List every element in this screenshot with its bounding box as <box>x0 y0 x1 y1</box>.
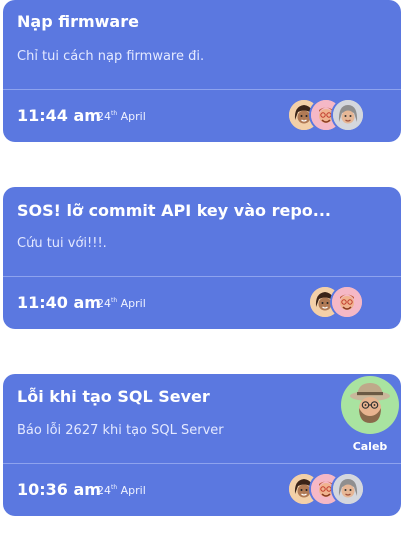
card-divider <box>3 276 401 277</box>
card-divider <box>3 89 401 90</box>
ticket-description: Cứu tui với!!!. <box>17 236 107 251</box>
ticket-card[interactable]: Lỗi khi tạo SQL Sever Báo lỗi 2627 khi t… <box>3 374 401 516</box>
date-suffix: th <box>111 297 118 304</box>
date-day: 24 <box>97 297 111 310</box>
date-suffix: th <box>111 110 118 117</box>
date-day: 24 <box>97 110 111 123</box>
ticket-date: 24th April <box>97 297 146 310</box>
ticket-time: 11:40 am <box>17 293 101 312</box>
participant-avatars[interactable] <box>287 472 367 506</box>
participant-avatars[interactable] <box>287 98 367 132</box>
ticket-description: Chỉ tui cách nạp firmware đi. <box>17 49 205 64</box>
date-month: April <box>120 297 146 310</box>
ticket-card[interactable]: SOS! lỡ commit API key vào repo... Cứu t… <box>3 187 401 329</box>
date-day: 24 <box>97 484 111 497</box>
ticket-card[interactable]: Nạp firmware Chỉ tui cách nạp firmware đ… <box>3 0 401 142</box>
participant-avatars[interactable] <box>308 285 368 319</box>
ticket-title: SOS! lỡ commit API key vào repo... <box>17 201 331 220</box>
date-month: April <box>120 110 146 123</box>
ticket-time: 10:36 am <box>17 480 101 499</box>
avatar-woman-gray-hair-icon <box>331 98 365 132</box>
date-month: April <box>120 484 146 497</box>
ticket-time: 11:44 am <box>17 106 101 125</box>
card-divider <box>3 463 401 464</box>
assignee[interactable]: Caleb <box>341 376 399 453</box>
date-suffix: th <box>111 484 118 491</box>
ticket-date: 24th April <box>97 484 146 497</box>
avatar-woman-gray-hair-icon <box>331 472 365 506</box>
avatar-man-hat-beard-icon <box>341 376 399 434</box>
ticket-title: Lỗi khi tạo SQL Sever <box>17 387 210 406</box>
avatar-man-glasses-icon <box>330 285 364 319</box>
ticket-date: 24th April <box>97 110 146 123</box>
ticket-description: Báo lỗi 2627 khi tạo SQL Server <box>17 423 224 438</box>
assignee-name: Caleb <box>352 440 388 453</box>
ticket-title: Nạp firmware <box>17 12 139 31</box>
